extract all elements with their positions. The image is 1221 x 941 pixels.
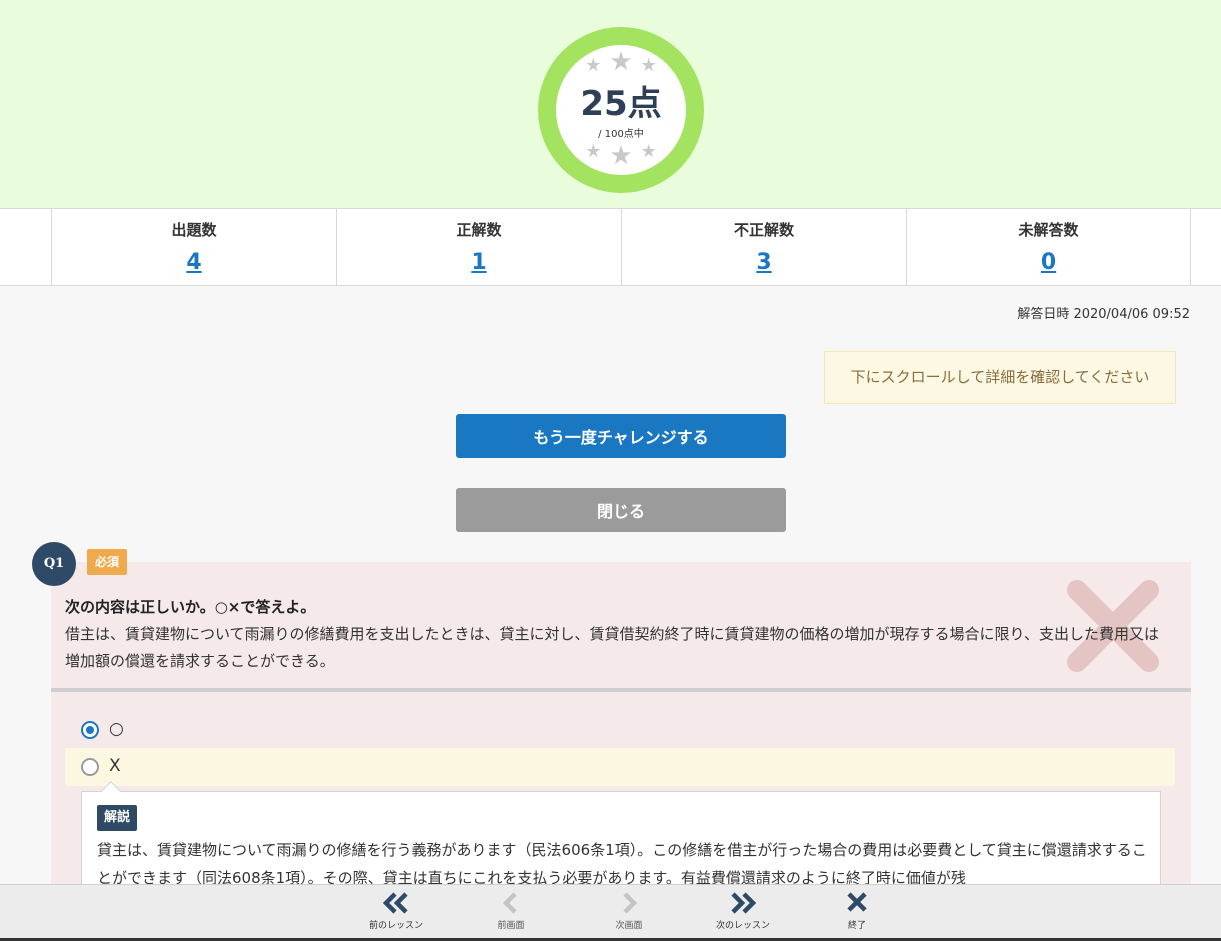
star-icon: ★ [585,141,602,162]
nav-label: 次のレッスン [715,921,770,931]
stat-value-link[interactable]: 4 [52,250,336,275]
stat-value-link[interactable]: 0 [907,250,1190,275]
next-lesson-button[interactable]: 次のレッスン [703,891,783,939]
star-icon: ★ [609,141,633,171]
prev-page-button[interactable]: 前画面 [471,891,551,939]
question-header: 次の内容は正しいか。○×で答えよ。 借主は、賃貸建物について雨漏りの修繕費用を支… [51,562,1191,692]
stat-label: 不正解数 [733,221,794,239]
choice-option-cross[interactable]: X [65,748,1175,786]
radio-button-selected[interactable] [81,721,99,739]
stat-value-link[interactable]: 1 [337,250,621,275]
stat-label: 未解答数 [1018,221,1079,239]
question-number-badge: Q1 [32,542,76,586]
answered-at: 解答日時 2020/04/06 09:52 [1017,307,1190,322]
question-prompt: 次の内容は正しいか。○×で答えよ。 [65,598,316,616]
double-chevron-left-icon [382,892,408,914]
question-text: 借主は、賃貸建物について雨漏りの修繕費用を支出したときは、貸主に対し、賃貸借契約… [65,625,1159,670]
stat-label: 正解数 [456,221,502,239]
nav-label: 終了 [847,921,866,931]
retry-button[interactable]: もう一度チャレンジする [456,414,786,458]
stars-bottom: ★ ★ ★ [556,141,686,171]
star-icon: ★ [640,55,657,76]
choice-label: ○ [109,719,124,739]
score-ring: ★ ★ ★ 25点 / 100点中 ★ ★ ★ [538,27,704,193]
close-button[interactable]: 閉じる [456,488,786,532]
stat-correct: 正解数 1 [336,209,621,285]
radio-button[interactable] [81,758,99,776]
stat-value-link[interactable]: 3 [622,250,906,275]
star-icon: ★ [585,55,602,76]
chevron-right-icon [623,892,638,914]
required-badge: 必須 [87,549,127,575]
chevron-left-icon [502,892,517,914]
nav-label: 次画面 [615,921,643,931]
score-circle: ★ ★ ★ 25点 / 100点中 ★ ★ ★ [556,45,686,175]
choice-option-circle[interactable]: ○ [65,711,1175,749]
bottom-nav: 前のレッスン 前画面 次画面 次のレッスン 終了 [0,884,1221,941]
stat-questions: 出題数 4 [51,209,336,285]
nav-label: 前のレッスン [368,921,423,931]
close-icon [847,892,867,912]
score-max: / 100点中 [598,129,644,140]
stat-unanswered: 未解答数 0 [906,209,1191,285]
explanation-tag: 解説 [97,805,138,831]
choice-label: X [109,756,121,776]
stats-row: 出題数 4 正解数 1 不正解数 3 未解答数 0 [0,208,1221,286]
next-page-button[interactable]: 次画面 [589,891,669,939]
nav-label: 前画面 [497,921,525,931]
double-chevron-right-icon [731,892,757,914]
scroll-notice: 下にスクロールして詳細を確認してください [824,351,1176,404]
star-icon: ★ [640,141,657,162]
star-icon: ★ [609,47,633,77]
prev-lesson-button[interactable]: 前のレッスン [356,891,436,939]
stat-label: 出題数 [171,221,217,239]
stat-incorrect: 不正解数 3 [621,209,906,285]
score-value: 25点 [580,84,662,124]
end-button[interactable]: 終了 [817,891,897,939]
score-header: ★ ★ ★ 25点 / 100点中 ★ ★ ★ [0,0,1221,208]
stars-top: ★ ★ ★ [556,49,686,75]
